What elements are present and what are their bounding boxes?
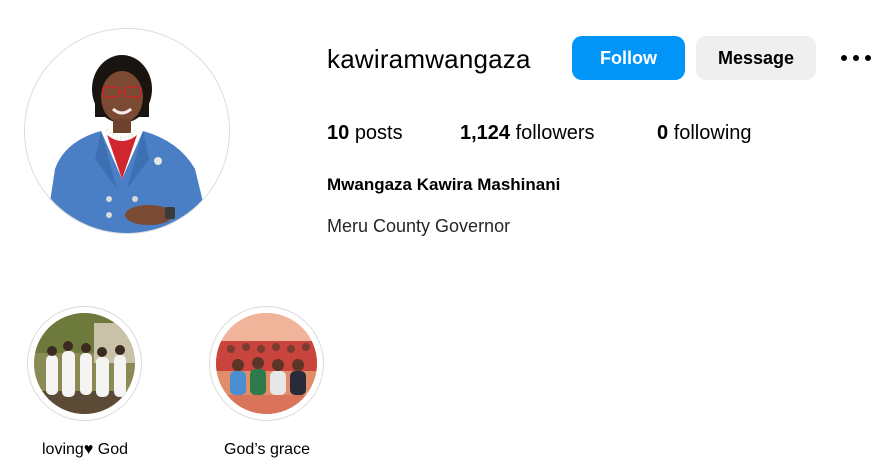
- posts-stat[interactable]: 10 posts: [327, 121, 403, 145]
- highlight-ring: [209, 306, 324, 421]
- followers-stat[interactable]: 1,124 followers: [460, 121, 595, 145]
- highlight-cover-image: [34, 313, 135, 414]
- following-label: following: [673, 122, 752, 144]
- follow-button[interactable]: Follow: [572, 36, 685, 80]
- highlight-ring: [27, 306, 142, 421]
- following-count: 0: [657, 122, 669, 144]
- posts-count: 10: [327, 122, 350, 144]
- followers-count: 1,124: [460, 122, 511, 144]
- highlight-cover-image: [216, 313, 317, 414]
- message-button[interactable]: Message: [696, 36, 816, 80]
- profile-full-name: Mwangaza Kawira Mashinani: [327, 175, 561, 194]
- posts-label: posts: [354, 122, 403, 144]
- profile-bio: Meru County Governor: [327, 216, 511, 236]
- profile-avatar[interactable]: [24, 28, 230, 234]
- following-stat[interactable]: 0 following: [657, 121, 752, 145]
- profile-page: kawiramwangaza Follow Message 10 posts 1…: [0, 0, 895, 476]
- followers-label: followers: [515, 122, 595, 144]
- highlight-label: loving♥ God: [42, 441, 128, 458]
- profile-username: kawiramwangaza: [327, 44, 531, 74]
- profile-photo: [25, 29, 229, 233]
- highlight-label: God’s grace: [224, 441, 310, 458]
- more-options-icon[interactable]: [838, 48, 874, 68]
